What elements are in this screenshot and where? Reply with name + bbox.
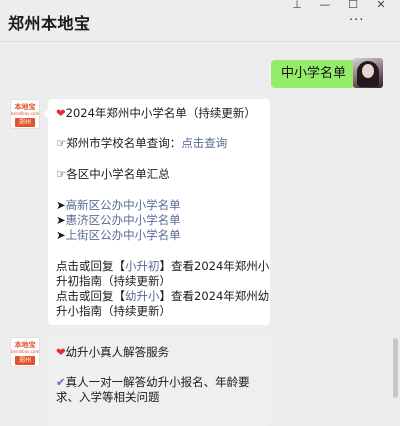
maximize-button[interactable]: ☐	[340, 0, 366, 12]
card-title-line: ❤2024年郑州中小学名单（持续更新）	[56, 106, 256, 121]
heart-icon: ❤	[56, 345, 66, 359]
reply-suffix: 】查看2024年郑州幼	[159, 289, 270, 303]
bot-avatar[interactable]: 本地宝 bendibao.com 郑州	[10, 337, 40, 367]
check-icon: ✔	[56, 375, 66, 389]
minimize-button[interactable]: —	[312, 0, 338, 12]
self-message-bubble[interactable]: 中小学名单	[271, 60, 362, 88]
arrow-icon: ➤	[56, 228, 66, 242]
avatar-face-shape	[362, 64, 374, 78]
district-link-gaoxin[interactable]: 高新区公办中小学名单	[66, 198, 181, 212]
service-title: 幼升小真人解答服务	[65, 345, 170, 359]
self-avatar[interactable]	[353, 58, 383, 88]
pin-icon[interactable]: ⊥	[284, 0, 310, 12]
reply-suffix: 】查看2024年郑州小	[159, 259, 270, 273]
service-title-line: ❤幼升小真人解答服务	[56, 345, 169, 360]
service-desc: 真人一对一解答幼升小报名、年龄要	[65, 375, 250, 389]
district-item: ➤高新区公办中小学名单	[56, 198, 181, 213]
district-link-huiji[interactable]: 惠济区公办中小学名单	[66, 213, 181, 227]
more-options-icon[interactable]: ···	[349, 13, 364, 28]
reply-prefix: 点击或回复【	[56, 259, 125, 273]
bot-message-card: ❤2024年郑州中小学名单（持续更新） ☞郑州市学校名单查询：点击查询 ☞各区中…	[43, 99, 270, 325]
query-label: ☞郑州市学校名单查询：	[56, 136, 182, 150]
logo-city: 郑州	[15, 118, 35, 127]
district-item: ➤上街区公办中小学名单	[56, 228, 181, 243]
query-link[interactable]: 点击查询	[181, 136, 227, 150]
chat-title: 郑州本地宝	[8, 14, 91, 33]
reply-line-2b: 升小指南（持续更新）	[56, 304, 171, 318]
keyword-link-xiaoshengchu[interactable]: 小升初	[125, 259, 160, 273]
heart-icon: ❤	[56, 106, 66, 120]
scrollbar[interactable]	[393, 338, 398, 398]
reply-line-1b: 升初指南（持续更新）	[56, 274, 171, 288]
card-title: 2024年郑州中小学名单（持续更新）	[65, 106, 256, 120]
title-bar: 郑州本地宝 ··· ⊥ — ☐ ✕	[0, 0, 400, 42]
reply-line-2a: 点击或回复【幼升小】查看2024年郑州幼	[56, 289, 269, 304]
service-desc-line-2: 求、入学等相关问题	[56, 390, 160, 404]
bot-avatar[interactable]: 本地宝 bendibao.com 郑州	[10, 99, 40, 129]
close-button[interactable]: ✕	[368, 0, 394, 12]
reply-prefix: 点击或回复【	[56, 289, 125, 303]
query-line: ☞郑州市学校名单查询：点击查询	[56, 136, 227, 151]
window-controls: ⊥ — ☐ ✕	[284, 0, 394, 12]
title-divider	[0, 41, 400, 42]
logo-subtext: bendibao.com	[11, 111, 40, 116]
logo-subtext: bendibao.com	[11, 349, 40, 354]
districts-heading: ☞各区中小学名单汇总	[56, 167, 170, 181]
service-desc-line-1: ✔真人一对一解答幼升小报名、年龄要	[56, 375, 250, 390]
arrow-icon: ➤	[56, 198, 66, 212]
district-item: ➤惠济区公办中小学名单	[56, 213, 181, 228]
keyword-link-youshengxiao[interactable]: 幼升小	[125, 289, 160, 303]
logo-city: 郑州	[15, 356, 35, 365]
bot-service-card[interactable]: ❤幼升小真人解答服务 ✔真人一对一解答幼升小报名、年龄要 求、入学等相关问题	[43, 336, 270, 426]
arrow-icon: ➤	[56, 213, 66, 227]
reply-line-1a: 点击或回复【小升初】查看2024年郑州小	[56, 259, 269, 274]
district-link-shangjie[interactable]: 上街区公办中小学名单	[66, 228, 181, 242]
